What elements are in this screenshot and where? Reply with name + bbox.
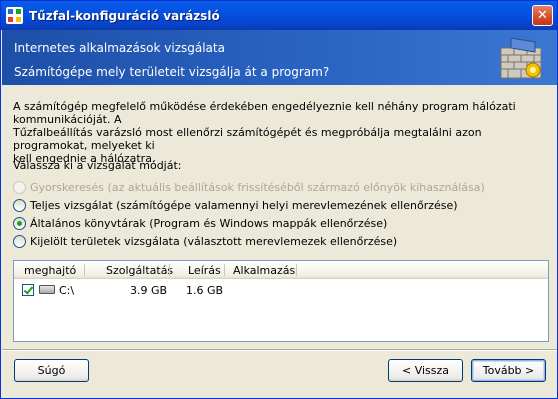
window-title: Tűzfal-konfiguráció varázsló	[29, 8, 220, 23]
banner-subtitle: Számítógépe mely területeit vizsgálja át…	[14, 65, 330, 79]
divider	[2, 349, 557, 351]
radio-label: Teljes vizsgálat (számítógépe valamennyi…	[30, 199, 458, 212]
radio-label: Kijelölt területek vizsgálata (választot…	[30, 235, 398, 248]
description-text: A számítógép megfelelő működése érdekébe…	[13, 100, 549, 165]
radio-full-scan[interactable]: Teljes vizsgálat (számítógépe valamennyi…	[13, 199, 458, 212]
column-header-service[interactable]: Szolgáltatás	[106, 264, 173, 277]
banner-title: Internetes alkalmazások vizsgálata	[14, 41, 225, 55]
service-cell: 3.9 GB	[130, 284, 168, 297]
radio-common-folders[interactable]: Általános könyvtárak (Program és Windows…	[13, 217, 387, 230]
list-header: meghajtó Szolgáltatás Leírás Alkalmazás	[14, 261, 548, 279]
description-cell: 1.6 GB	[186, 284, 224, 297]
radio-selected-areas[interactable]: Kijelölt területek vizsgálata (választot…	[13, 235, 397, 248]
close-button[interactable]: ✕	[532, 5, 553, 26]
title-bar[interactable]: Tűzfal-konfiguráció varázsló ✕	[1, 1, 557, 30]
back-button[interactable]: < Vissza	[388, 359, 463, 382]
next-button[interactable]: Tovább >	[471, 359, 546, 382]
column-separator[interactable]	[296, 264, 297, 276]
radio-label: Általános könyvtárak (Program és Windows…	[30, 217, 388, 230]
drive-checkbox[interactable]	[22, 284, 34, 296]
scan-mode-prompt: Válassza ki a vizsgálat módját:	[13, 159, 182, 172]
help-button[interactable]: Súgó	[14, 359, 89, 382]
column-header-description[interactable]: Leírás	[188, 264, 221, 277]
avg-logo-icon	[6, 7, 23, 24]
radio-quick-scan[interactable]: Gyorskeresés (az aktuális beállítások fr…	[13, 181, 485, 194]
radio-button[interactable]	[13, 181, 26, 194]
firewall-icon	[497, 34, 545, 82]
description-line: A számítógép megfelelő működése érdekébe…	[13, 100, 516, 126]
wizard-window: Tűzfal-konfiguráció varázsló ✕ Internete…	[0, 0, 558, 399]
radio-label: Gyorskeresés (az aktuális beállítások fr…	[30, 181, 485, 194]
radio-button[interactable]	[13, 235, 26, 248]
description-line: Tűzfalbeállítás varázsló most ellenőrzi …	[13, 126, 482, 152]
drive-list[interactable]: meghajtó Szolgáltatás Leírás Alkalmazás …	[13, 260, 549, 342]
hard-drive-icon	[39, 285, 55, 294]
column-separator[interactable]	[169, 264, 170, 276]
radio-button[interactable]	[13, 199, 26, 212]
drive-cell: C:\	[59, 284, 75, 297]
radio-button[interactable]	[13, 217, 26, 230]
table-row[interactable]: C:\ 3.9 GB 1.6 GB	[14, 281, 548, 297]
header-banner: Internetes alkalmazások vizsgálata Számí…	[2, 30, 557, 85]
column-header-drive[interactable]: meghajtó	[24, 264, 76, 277]
column-separator[interactable]	[224, 264, 225, 276]
close-icon: ✕	[537, 8, 548, 23]
column-header-application[interactable]: Alkalmazás	[233, 264, 295, 277]
column-separator[interactable]	[84, 264, 85, 276]
